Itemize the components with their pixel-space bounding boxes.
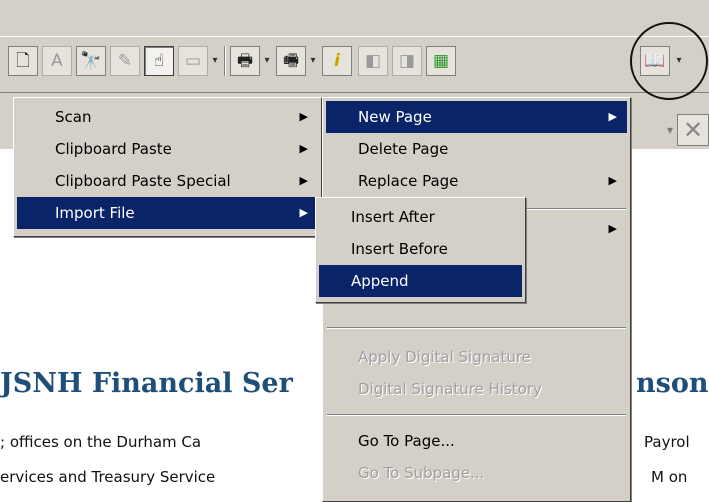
- menu-item-go-to-subpage[interactable]: Go To Subpage...: [326, 457, 627, 489]
- menu-item-label: New Page: [358, 108, 432, 126]
- submenu-arrow-icon: ▶: [299, 110, 308, 123]
- next-page-icon[interactable]: ◨: [392, 46, 422, 76]
- frame-dropdown-icon[interactable]: ▾: [208, 46, 222, 76]
- import-file-submenu: Insert After Insert Before Append: [315, 197, 526, 303]
- menu-item-label: Delete Page: [358, 140, 449, 158]
- submenu-arrow-icon: ▶: [608, 222, 617, 235]
- menu-item-scan[interactable]: Scan ▶: [17, 101, 318, 133]
- submenu-arrow-icon: ▶: [608, 110, 617, 123]
- window-dropdown-icon[interactable]: ▾: [663, 114, 677, 146]
- text-box-icon[interactable]: A: [42, 46, 72, 76]
- book-page-icon[interactable]: 📖: [640, 46, 670, 76]
- scan-print-dropdown-icon[interactable]: ▾: [306, 46, 320, 76]
- binoculars-icon[interactable]: 🔭: [76, 46, 106, 76]
- menu-item-apply-digital-signature[interactable]: Apply Digital Signature: [326, 341, 627, 373]
- menu-item-insert-before[interactable]: Insert Before: [319, 233, 522, 265]
- submenu-arrow-icon: ▶: [299, 174, 308, 187]
- menu-item-append[interactable]: Append: [319, 265, 522, 297]
- prev-page-icon[interactable]: ◧: [358, 46, 388, 76]
- menu-item-label: Insert Before: [351, 240, 448, 258]
- title-area: [0, 0, 709, 36]
- toolbar: [0, 36, 709, 93]
- submenu-arrow-icon: ▶: [299, 142, 308, 155]
- menu-separator: [327, 327, 626, 329]
- menu-separator: [327, 414, 626, 416]
- ocr-icon[interactable]: ✎: [110, 46, 140, 76]
- menu-item-label: Import File: [55, 204, 135, 222]
- document-line-1-left: ; offices on the Durham Ca: [0, 433, 202, 451]
- page-icon[interactable]: 🗋: [8, 46, 38, 76]
- menu-item-label: Replace Page: [358, 172, 459, 190]
- toolbar-separator: [224, 46, 226, 76]
- menu-item-label: Insert After: [351, 208, 435, 226]
- menu-item-label: Digital Signature History: [358, 380, 542, 398]
- menu-item-label: Go To Subpage...: [358, 464, 485, 482]
- print-dropdown-icon[interactable]: ▾: [260, 46, 274, 76]
- menu-item-clipboard-paste[interactable]: Clipboard Paste ▶: [17, 133, 318, 165]
- hand-icon[interactable]: ☝: [144, 46, 174, 76]
- info-icon[interactable]: i: [322, 46, 352, 76]
- submenu-arrow-icon: ▶: [608, 174, 617, 187]
- menu-item-label: Clipboard Paste: [55, 140, 172, 158]
- scan-print-icon[interactable]: 🖷: [276, 46, 306, 76]
- menu-item-new-page[interactable]: New Page ▶: [326, 101, 627, 133]
- frame-icon[interactable]: ▭: [178, 46, 208, 76]
- menu-item-label: Go To Page...: [358, 432, 455, 450]
- menu-item-label: Append: [351, 272, 409, 290]
- menu-item-label: Scan: [55, 108, 92, 126]
- menu-item-label: Apply Digital Signature: [358, 348, 531, 366]
- document-heading-right: nson: [636, 368, 709, 399]
- menu-item-delete-page[interactable]: Delete Page: [326, 133, 627, 165]
- menu-item-import-file[interactable]: Import File ▶: [17, 197, 318, 229]
- menu-item-insert-after[interactable]: Insert After: [319, 201, 522, 233]
- print-icon[interactable]: 🖶: [230, 46, 260, 76]
- document-heading-left: JSNH Financial Ser: [0, 368, 293, 399]
- book-dropdown-icon[interactable]: ▾: [672, 46, 686, 76]
- menu-item-digital-signature-history[interactable]: Digital Signature History: [326, 373, 627, 405]
- menu-item-go-to-page[interactable]: Go To Page...: [326, 425, 627, 457]
- menu-item-replace-page[interactable]: Replace Page ▶: [326, 165, 627, 197]
- document-line-2-left: ervices and Treasury Service: [0, 468, 216, 486]
- close-icon[interactable]: ✕: [677, 114, 709, 146]
- menu-item-label: Clipboard Paste Special: [55, 172, 231, 190]
- document-line-1-right: Payrol: [644, 433, 690, 451]
- menu-item-clipboard-paste-special[interactable]: Clipboard Paste Special ▶: [17, 165, 318, 197]
- submenu-arrow-icon: ▶: [299, 206, 308, 219]
- document-line-2-right: M on: [651, 468, 688, 486]
- color-icon[interactable]: ▦: [426, 46, 456, 76]
- context-menu: Scan ▶ Clipboard Paste ▶ Clipboard Paste…: [13, 97, 322, 237]
